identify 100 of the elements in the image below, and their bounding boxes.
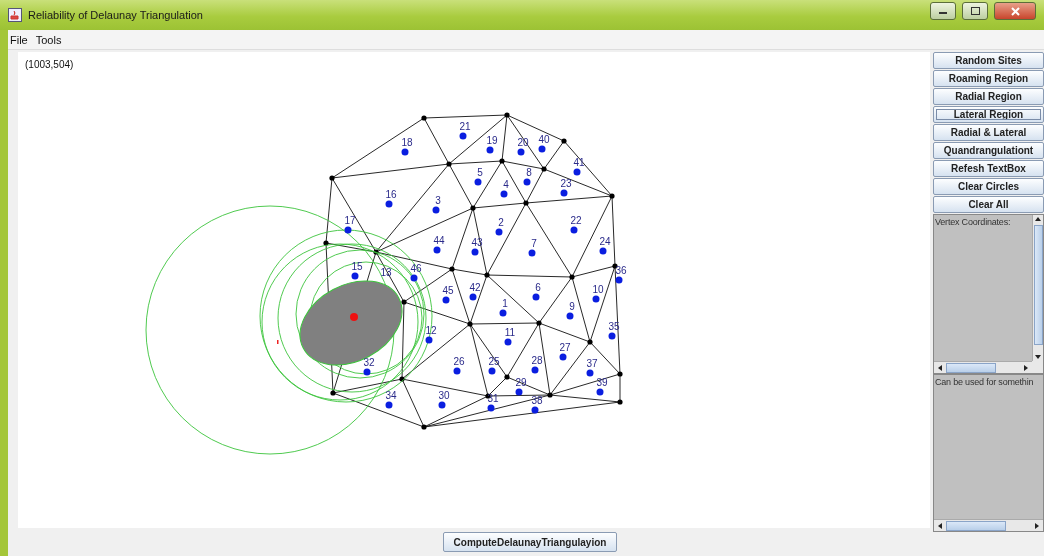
horizontal-scrollbar[interactable]: [934, 519, 1043, 531]
site-label: 12: [425, 325, 437, 336]
tool-button[interactable]: Random Sites: [933, 52, 1044, 69]
site-label: 7: [531, 238, 537, 249]
site-dot: [586, 369, 594, 377]
site-label: 15: [351, 261, 363, 272]
site-dot: [401, 148, 409, 156]
site-dot: [559, 353, 567, 361]
site-label: 16: [385, 189, 397, 200]
site-dot: [599, 247, 607, 255]
site-dot: [487, 404, 495, 412]
site-label: 45: [442, 285, 454, 296]
horizontal-scrollbar[interactable]: [934, 361, 1032, 373]
left-arrow-icon[interactable]: [936, 363, 944, 372]
tool-button[interactable]: Radial Region: [933, 88, 1044, 105]
compute-button[interactable]: ComputeDelaunayTriangulayion: [442, 532, 618, 552]
scroll-thumb[interactable]: [946, 520, 1006, 531]
tool-button[interactable]: Clear Circles: [933, 178, 1044, 195]
site-dot: [515, 388, 523, 396]
site-label: 18: [401, 137, 413, 148]
site-dot: [573, 168, 581, 176]
vertical-scrollbar[interactable]: [1032, 215, 1043, 361]
tool-button[interactable]: Radial & Lateral: [933, 124, 1044, 141]
site-label: 9: [569, 301, 575, 312]
site-label: 43: [471, 237, 483, 248]
close-icon: [1010, 6, 1020, 16]
site-dot: [385, 401, 393, 409]
site-label: 10: [592, 284, 604, 295]
site-label: 32: [363, 357, 375, 368]
site-label: 39: [596, 377, 608, 388]
site-dot: [474, 178, 482, 186]
window-title: Reliability of Delaunay Triangulation: [28, 9, 204, 21]
site-dot: [385, 200, 393, 208]
text-area-text: Vertex Coordinates:: [934, 216, 1012, 229]
maximize-button[interactable]: [962, 2, 988, 20]
site-dot: [469, 293, 477, 301]
site-dot: [471, 248, 479, 256]
menu-item[interactable]: Tools: [35, 33, 62, 46]
java-cup-icon: [8, 8, 22, 22]
site-dot: [532, 293, 540, 301]
site-dot: [488, 367, 496, 375]
text-area-text: Can be used for somethin: [934, 376, 1035, 389]
cursor-coordinates: (1003,504): [25, 59, 74, 70]
site-dot: [363, 368, 371, 376]
tool-button[interactable]: Clear All: [933, 196, 1044, 213]
site-dot: [570, 226, 578, 234]
site-label: 28: [531, 355, 543, 366]
site-dot: [499, 309, 507, 317]
site-dot: [344, 226, 352, 234]
menu-item[interactable]: File: [10, 33, 28, 46]
site-dot: [517, 148, 525, 156]
tool-button[interactable]: Quandrangulationt: [933, 142, 1044, 159]
site-label: 23: [560, 178, 572, 189]
down-arrow-icon[interactable]: [1034, 353, 1042, 361]
close-button[interactable]: [994, 2, 1036, 20]
tool-button[interactable]: Lateral Region: [933, 106, 1044, 123]
site-label: 44: [433, 235, 445, 246]
site-dot: [592, 295, 600, 303]
site-label: 36: [615, 265, 627, 276]
site-label: 31: [487, 393, 499, 404]
site-label: 19: [486, 135, 498, 146]
up-arrow-icon[interactable]: [1034, 215, 1042, 223]
site-dot: [596, 388, 604, 396]
site-dot: [438, 401, 446, 409]
site-label: 27: [559, 342, 571, 353]
tool-button[interactable]: Roaming Region: [933, 70, 1044, 87]
tool-button[interactable]: Refesh TextBox: [933, 160, 1044, 177]
site-dot: [566, 312, 574, 320]
site-dot: [531, 406, 539, 414]
text-area[interactable]: Vertex Coordinates:: [933, 214, 1044, 374]
site-dot: [504, 338, 512, 346]
site-dot: [528, 249, 536, 257]
site-dot: [432, 206, 440, 214]
site-dot: [523, 178, 531, 186]
maximize-icon: [970, 7, 980, 15]
site-label: 1: [502, 298, 508, 309]
right-arrow-icon[interactable]: [1033, 521, 1041, 530]
site-label: 42: [469, 282, 481, 293]
minimize-button[interactable]: [930, 2, 956, 20]
scroll-thumb[interactable]: [1033, 225, 1043, 345]
site-label: 37: [586, 358, 598, 369]
text-area[interactable]: Can be used for somethin: [933, 374, 1044, 532]
site-label: 46: [410, 263, 422, 274]
site-dot: [459, 132, 467, 140]
site-label: 30: [438, 390, 450, 401]
site-dot: [442, 296, 450, 304]
site-dot: [495, 228, 503, 236]
site-label: 3: [435, 195, 441, 206]
site-label: 4: [503, 179, 509, 190]
site-dot: [538, 145, 546, 153]
site-label: 41: [573, 157, 585, 168]
site-label: 5: [477, 167, 483, 178]
site-label: 34: [385, 390, 397, 401]
site-label: 22: [570, 215, 582, 226]
left-arrow-icon[interactable]: [936, 521, 944, 530]
scroll-thumb[interactable]: [946, 362, 996, 373]
site-dot: [608, 332, 616, 340]
site-label: 40: [538, 134, 550, 145]
site-dot: [453, 367, 461, 375]
right-arrow-icon[interactable]: [1022, 363, 1030, 372]
